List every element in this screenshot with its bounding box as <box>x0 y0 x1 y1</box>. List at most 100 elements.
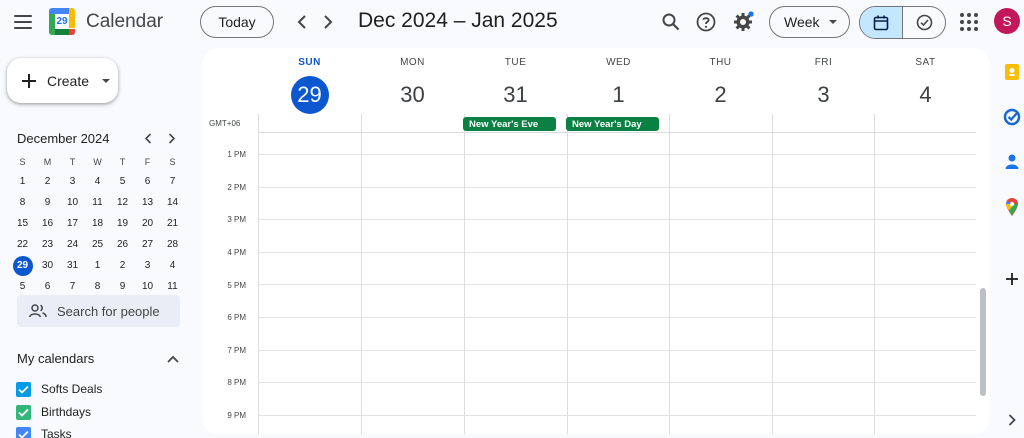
tasks-view-icon[interactable] <box>902 7 945 38</box>
keep-icon[interactable] <box>1002 62 1022 82</box>
mini-day[interactable]: 3 <box>60 171 85 192</box>
mini-day[interactable]: 5 <box>110 171 135 192</box>
column-divider <box>258 114 259 434</box>
day-number[interactable]: 29 <box>290 76 329 114</box>
day-number[interactable]: 3 <box>805 76 843 114</box>
maps-icon[interactable] <box>1002 197 1022 217</box>
mini-weekday: S <box>169 156 176 167</box>
today-button[interactable]: Today <box>200 6 274 38</box>
mini-day[interactable]: 16 <box>35 213 60 234</box>
day-header-thu[interactable]: THU 2 <box>669 48 772 114</box>
mini-day[interactable]: 1 <box>85 255 110 276</box>
mini-day[interactable]: 4 <box>160 255 185 276</box>
mini-day[interactable]: 24 <box>60 234 85 255</box>
mini-day[interactable]: 31 <box>60 255 85 276</box>
day-number[interactable]: 30 <box>394 76 432 114</box>
expand-side-panel-icon[interactable] <box>1002 410 1022 430</box>
day-header-sat[interactable]: SAT 4 <box>874 48 977 114</box>
hour-label: 3 PM <box>227 215 246 224</box>
mini-day[interactable]: 10 <box>135 276 160 297</box>
day-header-fri[interactable]: FRI 3 <box>772 48 875 114</box>
previous-week-icon[interactable] <box>290 10 314 34</box>
contacts-icon[interactable] <box>1002 152 1022 172</box>
mini-day[interactable]: 21 <box>160 213 185 234</box>
day-header-tue[interactable]: TUE 31 <box>464 48 567 114</box>
mini-day[interactable]: 22 <box>10 234 35 255</box>
mini-day[interactable]: 8 <box>10 192 35 213</box>
main-menu-icon[interactable] <box>10 10 36 34</box>
day-header-wed[interactable]: WED 1 <box>567 48 670 114</box>
mini-prev-month-icon[interactable] <box>140 130 156 146</box>
search-people-input[interactable]: Search for people <box>17 295 180 327</box>
mini-day[interactable]: 18 <box>85 213 110 234</box>
mini-day[interactable]: 12 <box>110 192 135 213</box>
mini-week-row: 15 16 17 18 19 20 21 <box>10 213 185 234</box>
mini-day[interactable]: 30 <box>35 255 60 276</box>
hour-label: 2 PM <box>227 183 246 192</box>
tasks-icon[interactable] <box>1002 107 1022 127</box>
mini-day[interactable]: 14 <box>160 192 185 213</box>
help-icon[interactable] <box>693 9 719 35</box>
mini-day[interactable]: 4 <box>85 171 110 192</box>
checkbox-icon[interactable] <box>16 381 31 397</box>
create-button[interactable]: Create <box>7 58 118 103</box>
mini-next-month-icon[interactable] <box>164 130 180 146</box>
search-icon[interactable] <box>658 9 684 35</box>
account-avatar[interactable]: S <box>994 8 1020 34</box>
mini-day[interactable]: 9 <box>110 276 135 297</box>
mini-day[interactable]: 28 <box>160 234 185 255</box>
calendar-item-tasks[interactable]: Tasks <box>16 426 72 438</box>
day-number[interactable]: 2 <box>702 76 740 114</box>
hour-label: 4 PM <box>227 248 246 257</box>
mini-week-row: 22 23 24 25 26 27 28 <box>10 234 185 255</box>
google-apps-icon[interactable] <box>960 13 978 31</box>
day-header-sun[interactable]: SUN 29 <box>258 48 361 114</box>
checkbox-icon[interactable] <box>16 426 31 438</box>
checkbox-icon[interactable] <box>16 404 31 420</box>
day-number[interactable]: 31 <box>497 76 535 114</box>
day-header-mon[interactable]: MON 30 <box>361 48 464 114</box>
my-calendars-header[interactable]: My calendars <box>17 351 179 366</box>
mini-day[interactable]: 11 <box>160 276 185 297</box>
day-number[interactable]: 1 <box>600 76 638 114</box>
mini-day[interactable]: 6 <box>135 171 160 192</box>
all-day-event-new-years-day[interactable]: New Year's Day <box>566 117 659 131</box>
mini-day[interactable]: 11 <box>85 192 110 213</box>
add-addon-plus-icon[interactable] <box>1002 269 1022 289</box>
mini-day[interactable]: 8 <box>85 276 110 297</box>
mini-day[interactable]: 27 <box>135 234 160 255</box>
mini-day[interactable]: 17 <box>60 213 85 234</box>
mini-calendar: S M T W T F S 1 2 3 4 5 6 7 8 9 10 11 12… <box>10 152 185 297</box>
view-select[interactable]: Week <box>769 6 850 38</box>
mini-day[interactable]: 19 <box>110 213 135 234</box>
mini-day[interactable]: 9 <box>35 192 60 213</box>
mini-day-today[interactable]: 29 <box>10 255 35 276</box>
grid-scrollbar[interactable] <box>980 288 986 396</box>
mini-day[interactable]: 23 <box>35 234 60 255</box>
mini-day[interactable]: 2 <box>110 255 135 276</box>
mini-day[interactable]: 15 <box>10 213 35 234</box>
mini-day[interactable]: 20 <box>135 213 160 234</box>
mini-day[interactable]: 7 <box>160 171 185 192</box>
hour-line <box>258 317 976 318</box>
mini-day[interactable]: 25 <box>85 234 110 255</box>
calendar-view-icon[interactable] <box>860 7 902 38</box>
mini-day[interactable]: 3 <box>135 255 160 276</box>
calendar-item-softs-deals[interactable]: Softs Deals <box>16 381 102 397</box>
mini-day[interactable]: 7 <box>60 276 85 297</box>
calendar-item-birthdays[interactable]: Birthdays <box>16 404 91 420</box>
mini-day[interactable]: 2 <box>35 171 60 192</box>
mini-day[interactable]: 6 <box>35 276 60 297</box>
mini-day[interactable]: 5 <box>10 276 35 297</box>
settings-gear-icon[interactable] <box>730 9 756 35</box>
mini-day[interactable]: 13 <box>135 192 160 213</box>
day-number[interactable]: 4 <box>907 76 945 114</box>
hour-line <box>258 252 976 253</box>
column-divider <box>361 114 362 434</box>
mini-day[interactable]: 26 <box>110 234 135 255</box>
next-week-icon[interactable] <box>316 10 340 34</box>
all-day-event-new-years-eve[interactable]: New Year's Eve <box>463 117 556 131</box>
mini-day[interactable]: 1 <box>10 171 35 192</box>
mini-day[interactable]: 10 <box>60 192 85 213</box>
mini-weekday: S <box>19 156 26 167</box>
